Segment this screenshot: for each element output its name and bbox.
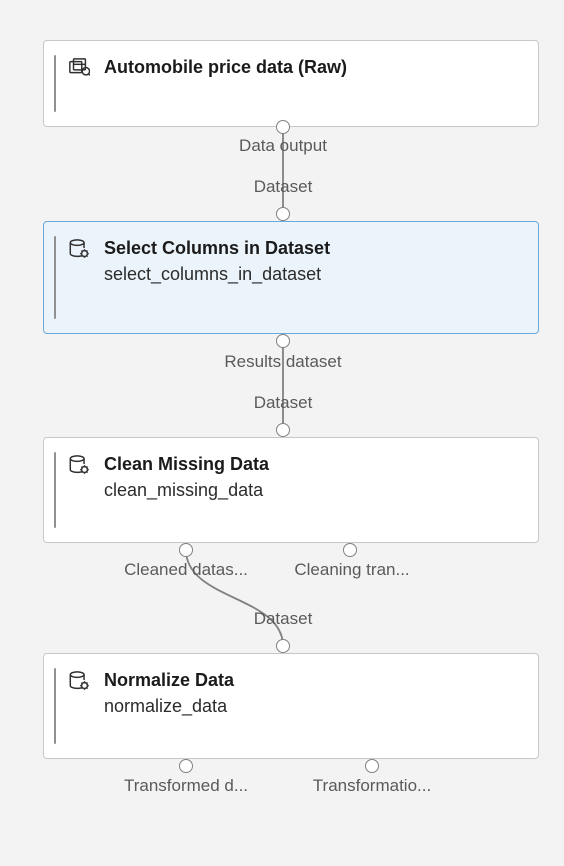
port-label: Transformed d... (124, 776, 248, 796)
port-out[interactable] (276, 120, 290, 134)
node-clean-missing-data[interactable]: Clean Missing Data clean_missing_data (43, 437, 539, 543)
pipeline-canvas[interactable]: Automobile price data (Raw) Data output … (0, 0, 564, 866)
node-accent (54, 55, 56, 112)
port-in[interactable] (276, 639, 290, 653)
node-accent (54, 668, 56, 744)
port-label: Results dataset (224, 352, 341, 372)
port-label: Cleaning tran... (294, 560, 409, 580)
node-normalize-data[interactable]: Normalize Data normalize_data (43, 653, 539, 759)
port-label: Data output (239, 136, 327, 156)
port-in[interactable] (276, 207, 290, 221)
db-gear-icon (68, 670, 90, 692)
port-out[interactable] (179, 759, 193, 773)
port-out[interactable] (276, 334, 290, 348)
node-accent (54, 236, 56, 319)
port-in[interactable] (276, 423, 290, 437)
dataset-icon (68, 57, 90, 79)
edge-type-label: Dataset (254, 393, 313, 413)
db-gear-icon (68, 454, 90, 476)
port-out[interactable] (179, 543, 193, 557)
port-label: Transformatio... (313, 776, 431, 796)
node-automobile-price-data[interactable]: Automobile price data (Raw) (43, 40, 539, 127)
node-title: Normalize Data (104, 668, 234, 692)
edge-type-label: Dataset (254, 177, 313, 197)
node-subtitle: clean_missing_data (104, 478, 269, 502)
port-label: Cleaned datas... (124, 560, 248, 580)
node-title: Select Columns in Dataset (104, 236, 330, 260)
node-title: Automobile price data (Raw) (104, 55, 347, 79)
port-out[interactable] (365, 759, 379, 773)
node-select-columns[interactable]: Select Columns in Dataset select_columns… (43, 221, 539, 334)
node-accent (54, 452, 56, 528)
port-out[interactable] (343, 543, 357, 557)
node-subtitle: select_columns_in_dataset (104, 262, 330, 286)
node-title: Clean Missing Data (104, 452, 269, 476)
db-gear-icon (68, 238, 90, 260)
node-subtitle: normalize_data (104, 694, 234, 718)
edge-type-label: Dataset (254, 609, 313, 629)
